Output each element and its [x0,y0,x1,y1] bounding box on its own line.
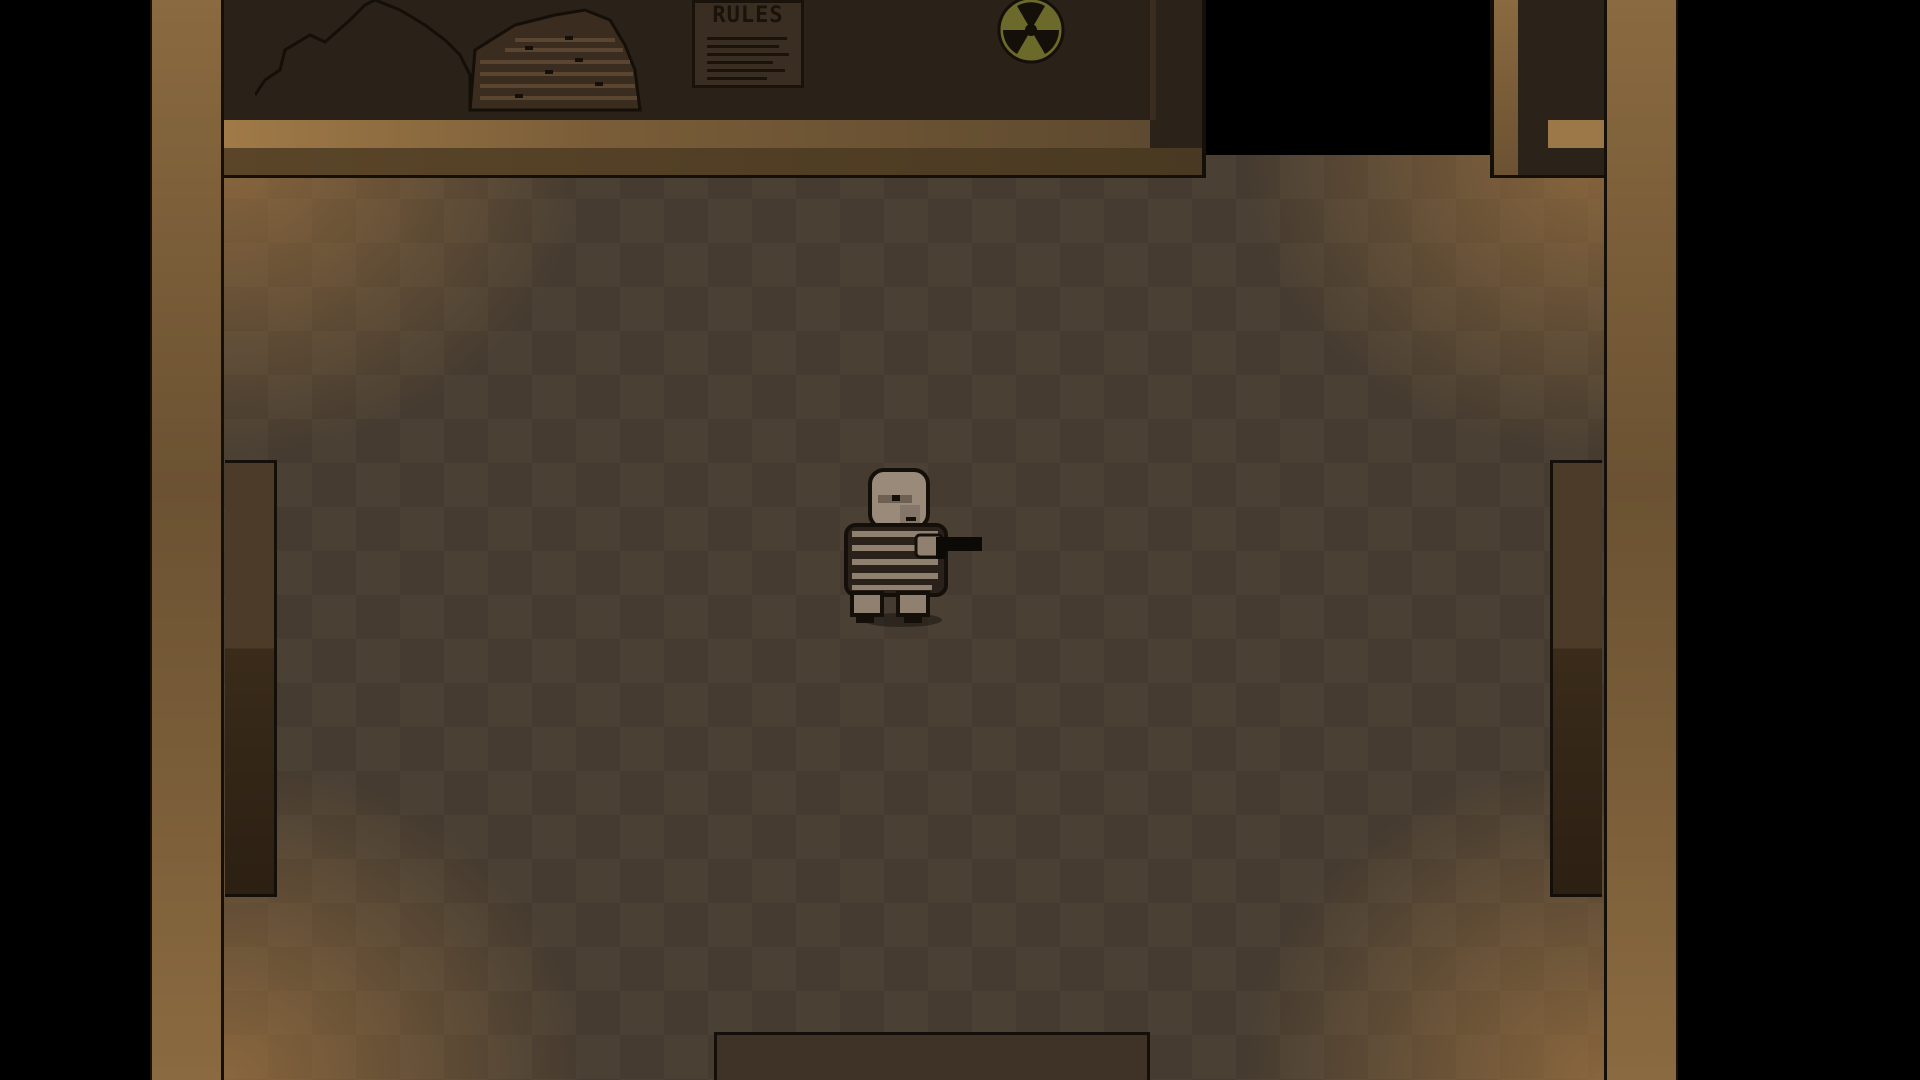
bottom-doorway [714,1032,1150,1080]
rules-poster: RULES [692,0,804,88]
top-wall-base [224,148,1202,175]
right-wall [1604,0,1678,1080]
left-wall [150,0,224,1080]
top-right-wall-edge [1494,0,1518,175]
top-wall-ledge [224,120,1150,148]
rules-poster-title: RULES [712,3,784,28]
right-door-alcove [1550,460,1602,897]
player-character[interactable] [840,465,990,630]
left-door-alcove [225,460,277,897]
wall-crack-decoration [255,0,642,112]
game-viewport[interactable]: RULES [0,0,1920,1080]
radiation-icon [997,0,1065,64]
top-right-wall-ledge [1548,120,1604,148]
